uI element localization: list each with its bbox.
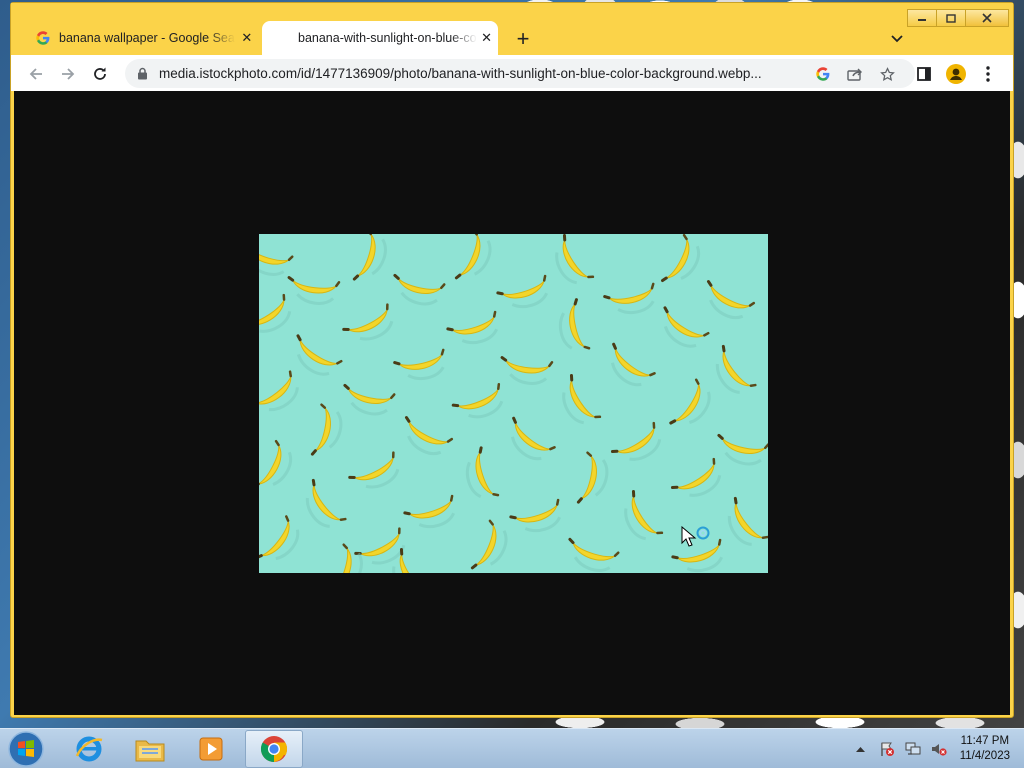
loading-cursor-icon [681,526,710,547]
address-bar[interactable]: media.istockphoto.com/id/1477136909/phot… [125,59,915,88]
forward-button[interactable] [55,61,81,87]
tab-strip: banana wallpaper - Google Search ✕ banan… [11,3,1013,55]
chrome-icon [260,736,288,763]
menu-button[interactable] [975,61,1001,87]
minimize-icon [918,19,926,21]
ie-icon [75,736,103,762]
action-center-icon[interactable] [876,738,898,760]
reload-button[interactable] [87,61,113,87]
close-tab-icon[interactable]: ✕ [239,29,255,47]
volume-muted-icon[interactable] [928,738,950,760]
new-tab-button[interactable]: + [511,27,535,51]
browser-toolbar: media.istockphoto.com/id/1477136909/phot… [11,55,1013,91]
arrow-right-icon [62,68,75,80]
browser-window: banana wallpaper - Google Search ✕ banan… [10,2,1014,718]
tab-title: banana-with-sunlight-on-blue-color-backg… [298,31,477,45]
side-panel-icon [917,67,931,81]
maximize-button[interactable] [936,9,966,27]
avatar-icon [946,64,966,84]
kebab-menu-icon [986,66,990,82]
taskbar-windows-explorer[interactable] [121,730,179,768]
tab-banana-image[interactable]: banana-with-sunlight-on-blue-color-backg… [262,21,498,55]
taskbar-media-player[interactable] [182,730,240,768]
url-text[interactable]: media.istockphoto.com/id/1477136909/phot… [159,66,799,81]
clock-date: 11/4/2023 [959,750,1010,762]
taskbar-internet-explorer[interactable] [60,730,118,768]
restore-icon [946,13,956,23]
close-tab-icon[interactable]: ✕ [481,29,492,47]
close-window-button[interactable] [965,9,1009,27]
start-button[interactable] [4,729,48,768]
reload-icon [94,67,106,80]
tab-google-search[interactable]: banana wallpaper - Google Search ✕ [25,21,261,55]
taskbar-google-chrome[interactable] [245,730,303,768]
media-player-icon [199,737,223,761]
arrow-left-icon [29,68,42,80]
folder-icon [135,740,165,762]
minimize-button[interactable] [907,9,937,27]
chevron-down-icon [891,35,903,43]
banana-image[interactable] [259,234,768,573]
lock-icon [137,67,149,81]
show-hidden-icons-button[interactable] [850,738,872,760]
system-tray: 11:47 PM 11/4/2023 [846,729,1024,768]
clock[interactable]: 11:47 PM 11/4/2023 [960,734,1010,764]
page-content [14,91,1010,715]
google-lens-icon[interactable] [811,62,835,86]
side-panel-button[interactable] [911,61,937,87]
share-icon[interactable] [843,62,867,86]
network-icon[interactable] [902,738,924,760]
tab-title: banana wallpaper - Google Search [59,31,235,45]
close-icon [982,13,992,23]
taskbar: 11:47 PM 11/4/2023 [0,728,1024,768]
plus-icon: + [516,26,530,51]
google-icon [35,30,51,46]
bookmark-star-icon[interactable] [875,62,899,86]
clock-time: 11:47 PM [960,735,1010,747]
window-controls [907,9,1009,27]
chevron-up-icon [856,747,866,752]
tab-search-button[interactable] [885,27,909,51]
back-button[interactable] [23,61,49,87]
windows-logo-icon [8,731,44,767]
profile-button[interactable] [943,61,969,87]
banana-pattern [259,234,768,573]
